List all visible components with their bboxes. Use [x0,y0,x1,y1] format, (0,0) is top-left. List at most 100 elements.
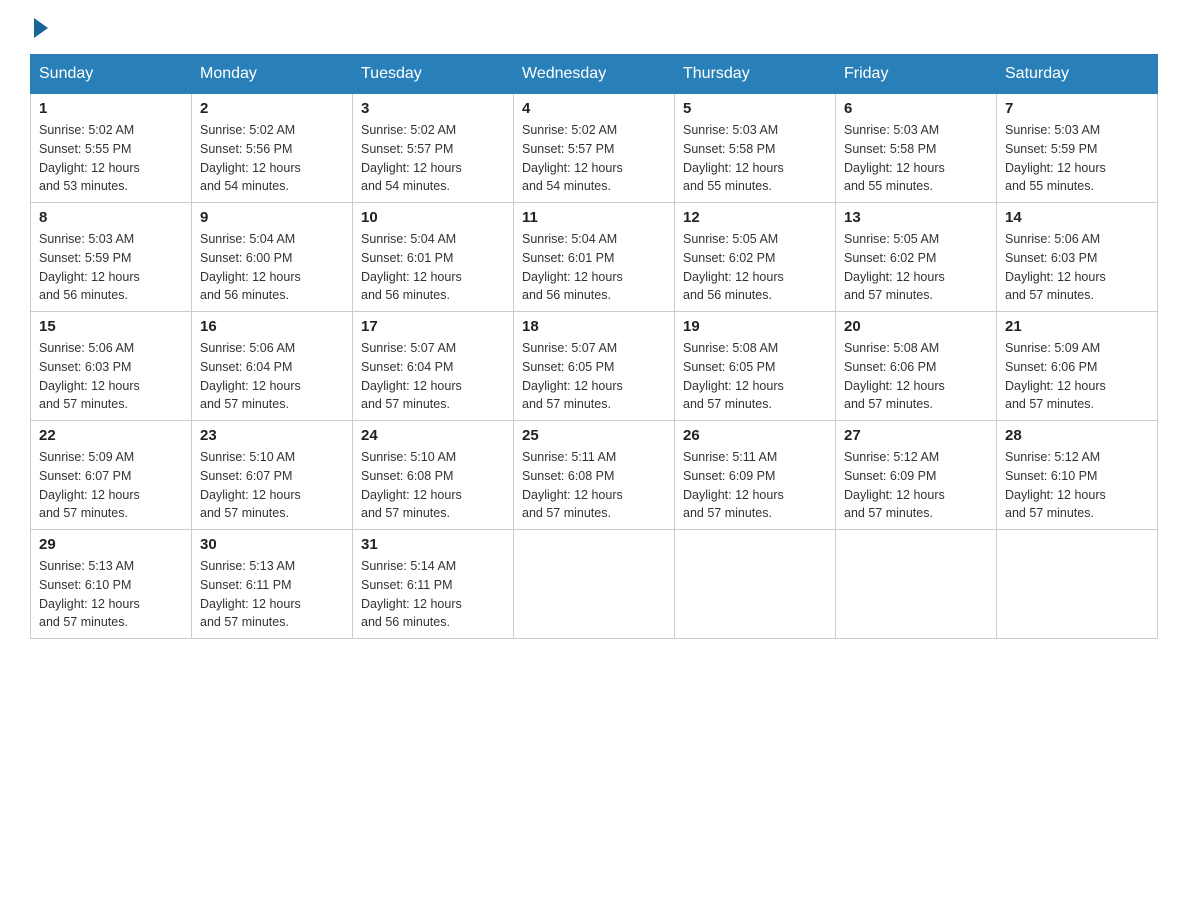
day-info: Sunrise: 5:07 AM Sunset: 6:05 PM Dayligh… [522,339,666,414]
day-number: 10 [361,209,505,226]
week-row-3: 15 Sunrise: 5:06 AM Sunset: 6:03 PM Dayl… [31,312,1158,421]
day-number: 11 [522,209,666,226]
day-number: 16 [200,318,344,335]
week-row-5: 29 Sunrise: 5:13 AM Sunset: 6:10 PM Dayl… [31,530,1158,639]
day-cell-20: 20 Sunrise: 5:08 AM Sunset: 6:06 PM Dayl… [836,312,997,421]
day-number: 2 [200,100,344,117]
day-cell-12: 12 Sunrise: 5:05 AM Sunset: 6:02 PM Dayl… [675,203,836,312]
day-number: 4 [522,100,666,117]
day-number: 23 [200,427,344,444]
day-info: Sunrise: 5:03 AM Sunset: 5:59 PM Dayligh… [1005,121,1149,196]
day-info: Sunrise: 5:03 AM Sunset: 5:58 PM Dayligh… [844,121,988,196]
empty-cell [997,530,1158,639]
day-info: Sunrise: 5:08 AM Sunset: 6:06 PM Dayligh… [844,339,988,414]
day-number: 13 [844,209,988,226]
day-info: Sunrise: 5:06 AM Sunset: 6:03 PM Dayligh… [39,339,183,414]
day-cell-8: 8 Sunrise: 5:03 AM Sunset: 5:59 PM Dayli… [31,203,192,312]
day-info: Sunrise: 5:02 AM Sunset: 5:55 PM Dayligh… [39,121,183,196]
day-number: 31 [361,536,505,553]
logo [30,20,52,34]
page-header [30,20,1158,34]
day-info: Sunrise: 5:04 AM Sunset: 6:00 PM Dayligh… [200,230,344,305]
day-number: 28 [1005,427,1149,444]
day-cell-9: 9 Sunrise: 5:04 AM Sunset: 6:00 PM Dayli… [192,203,353,312]
day-info: Sunrise: 5:04 AM Sunset: 6:01 PM Dayligh… [522,230,666,305]
day-info: Sunrise: 5:03 AM Sunset: 5:59 PM Dayligh… [39,230,183,305]
day-cell-1: 1 Sunrise: 5:02 AM Sunset: 5:55 PM Dayli… [31,94,192,203]
day-info: Sunrise: 5:06 AM Sunset: 6:04 PM Dayligh… [200,339,344,414]
day-number: 20 [844,318,988,335]
day-info: Sunrise: 5:06 AM Sunset: 6:03 PM Dayligh… [1005,230,1149,305]
day-number: 26 [683,427,827,444]
day-number: 12 [683,209,827,226]
day-info: Sunrise: 5:11 AM Sunset: 6:09 PM Dayligh… [683,448,827,523]
day-info: Sunrise: 5:04 AM Sunset: 6:01 PM Dayligh… [361,230,505,305]
day-header-friday: Friday [836,55,997,94]
empty-cell [836,530,997,639]
day-cell-25: 25 Sunrise: 5:11 AM Sunset: 6:08 PM Dayl… [514,421,675,530]
day-info: Sunrise: 5:03 AM Sunset: 5:58 PM Dayligh… [683,121,827,196]
day-cell-15: 15 Sunrise: 5:06 AM Sunset: 6:03 PM Dayl… [31,312,192,421]
day-info: Sunrise: 5:05 AM Sunset: 6:02 PM Dayligh… [683,230,827,305]
empty-cell [514,530,675,639]
day-number: 7 [1005,100,1149,117]
empty-cell [675,530,836,639]
day-number: 14 [1005,209,1149,226]
day-cell-16: 16 Sunrise: 5:06 AM Sunset: 6:04 PM Dayl… [192,312,353,421]
day-info: Sunrise: 5:08 AM Sunset: 6:05 PM Dayligh… [683,339,827,414]
day-number: 21 [1005,318,1149,335]
day-cell-21: 21 Sunrise: 5:09 AM Sunset: 6:06 PM Dayl… [997,312,1158,421]
day-number: 19 [683,318,827,335]
day-number: 15 [39,318,183,335]
day-cell-18: 18 Sunrise: 5:07 AM Sunset: 6:05 PM Dayl… [514,312,675,421]
day-header-saturday: Saturday [997,55,1158,94]
day-cell-28: 28 Sunrise: 5:12 AM Sunset: 6:10 PM Dayl… [997,421,1158,530]
day-cell-6: 6 Sunrise: 5:03 AM Sunset: 5:58 PM Dayli… [836,94,997,203]
day-info: Sunrise: 5:02 AM Sunset: 5:57 PM Dayligh… [522,121,666,196]
day-number: 8 [39,209,183,226]
day-header-sunday: Sunday [31,55,192,94]
day-number: 5 [683,100,827,117]
day-info: Sunrise: 5:09 AM Sunset: 6:07 PM Dayligh… [39,448,183,523]
day-header-wednesday: Wednesday [514,55,675,94]
day-cell-24: 24 Sunrise: 5:10 AM Sunset: 6:08 PM Dayl… [353,421,514,530]
day-cell-27: 27 Sunrise: 5:12 AM Sunset: 6:09 PM Dayl… [836,421,997,530]
day-header-tuesday: Tuesday [353,55,514,94]
day-number: 24 [361,427,505,444]
week-row-2: 8 Sunrise: 5:03 AM Sunset: 5:59 PM Dayli… [31,203,1158,312]
day-info: Sunrise: 5:02 AM Sunset: 5:56 PM Dayligh… [200,121,344,196]
day-info: Sunrise: 5:13 AM Sunset: 6:10 PM Dayligh… [39,557,183,632]
day-cell-23: 23 Sunrise: 5:10 AM Sunset: 6:07 PM Dayl… [192,421,353,530]
day-cell-3: 3 Sunrise: 5:02 AM Sunset: 5:57 PM Dayli… [353,94,514,203]
day-cell-29: 29 Sunrise: 5:13 AM Sunset: 6:10 PM Dayl… [31,530,192,639]
day-header-monday: Monday [192,55,353,94]
day-cell-7: 7 Sunrise: 5:03 AM Sunset: 5:59 PM Dayli… [997,94,1158,203]
week-row-4: 22 Sunrise: 5:09 AM Sunset: 6:07 PM Dayl… [31,421,1158,530]
day-info: Sunrise: 5:13 AM Sunset: 6:11 PM Dayligh… [200,557,344,632]
day-number: 9 [200,209,344,226]
day-cell-2: 2 Sunrise: 5:02 AM Sunset: 5:56 PM Dayli… [192,94,353,203]
day-cell-14: 14 Sunrise: 5:06 AM Sunset: 6:03 PM Dayl… [997,203,1158,312]
day-number: 17 [361,318,505,335]
day-number: 30 [200,536,344,553]
day-cell-5: 5 Sunrise: 5:03 AM Sunset: 5:58 PM Dayli… [675,94,836,203]
calendar-table: SundayMondayTuesdayWednesdayThursdayFrid… [30,54,1158,639]
day-number: 29 [39,536,183,553]
day-number: 22 [39,427,183,444]
day-info: Sunrise: 5:11 AM Sunset: 6:08 PM Dayligh… [522,448,666,523]
day-cell-17: 17 Sunrise: 5:07 AM Sunset: 6:04 PM Dayl… [353,312,514,421]
day-info: Sunrise: 5:10 AM Sunset: 6:08 PM Dayligh… [361,448,505,523]
day-cell-13: 13 Sunrise: 5:05 AM Sunset: 6:02 PM Dayl… [836,203,997,312]
day-info: Sunrise: 5:14 AM Sunset: 6:11 PM Dayligh… [361,557,505,632]
day-cell-10: 10 Sunrise: 5:04 AM Sunset: 6:01 PM Dayl… [353,203,514,312]
day-info: Sunrise: 5:12 AM Sunset: 6:10 PM Dayligh… [1005,448,1149,523]
day-cell-30: 30 Sunrise: 5:13 AM Sunset: 6:11 PM Dayl… [192,530,353,639]
day-info: Sunrise: 5:05 AM Sunset: 6:02 PM Dayligh… [844,230,988,305]
day-cell-19: 19 Sunrise: 5:08 AM Sunset: 6:05 PM Dayl… [675,312,836,421]
day-info: Sunrise: 5:12 AM Sunset: 6:09 PM Dayligh… [844,448,988,523]
day-number: 6 [844,100,988,117]
day-cell-22: 22 Sunrise: 5:09 AM Sunset: 6:07 PM Dayl… [31,421,192,530]
day-info: Sunrise: 5:10 AM Sunset: 6:07 PM Dayligh… [200,448,344,523]
day-info: Sunrise: 5:02 AM Sunset: 5:57 PM Dayligh… [361,121,505,196]
day-number: 25 [522,427,666,444]
